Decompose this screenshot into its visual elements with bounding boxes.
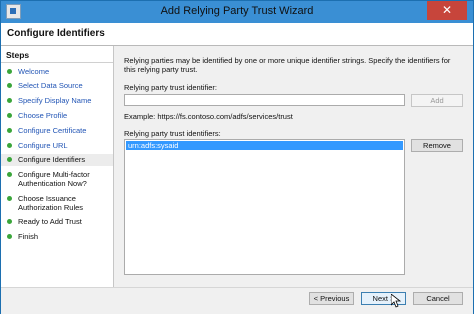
step-choose-issuance-rules[interactable]: Choose Issuance Authorization Rules xyxy=(1,194,113,213)
step-label: Choose Profile xyxy=(18,111,68,120)
step-ready-to-add-trust[interactable]: Ready to Add Trust xyxy=(1,217,113,227)
step-label: Configure Identifiers xyxy=(18,155,86,164)
example-text: Example: https://fs.contoso.com/adfs/ser… xyxy=(124,112,293,121)
step-welcome[interactable]: Welcome xyxy=(1,67,113,77)
window-title: Add Relying Party Trust Wizard xyxy=(160,5,314,17)
step-bullet-icon xyxy=(7,113,12,118)
page-title: Configure Identifiers xyxy=(7,28,105,39)
close-button[interactable]: ✕ xyxy=(427,1,467,20)
step-select-data-source[interactable]: Select Data Source xyxy=(1,81,113,91)
wizard-header: Configure Identifiers xyxy=(1,23,473,46)
step-bullet-icon xyxy=(7,128,12,133)
previous-button[interactable]: < Previous xyxy=(309,292,354,305)
step-bullet-icon xyxy=(7,98,12,103)
step-label: Specify Display Name xyxy=(18,96,92,105)
step-configure-multi-factor[interactable]: Configure Multi-factor Authentication No… xyxy=(1,170,113,189)
identifier-label: Relying party trust identifier: xyxy=(124,83,217,92)
step-bullet-icon xyxy=(7,234,12,239)
step-configure-certificate[interactable]: Configure Certificate xyxy=(1,126,113,136)
identifiers-label: Relying party trust identifiers: xyxy=(124,129,221,138)
steps-divider xyxy=(1,62,113,63)
step-specify-display-name[interactable]: Specify Display Name xyxy=(1,96,113,106)
cancel-button[interactable]: Cancel xyxy=(413,292,463,305)
mouse-cursor-icon xyxy=(391,294,401,308)
step-bullet-icon xyxy=(7,219,12,224)
step-bullet-icon xyxy=(7,83,12,88)
footer-bar: < Previous Next > Cancel xyxy=(1,287,473,314)
steps-panel: Steps Welcome Select Data Source Specify… xyxy=(1,46,114,287)
add-button[interactable]: Add xyxy=(411,94,463,107)
step-bullet-icon xyxy=(7,172,12,177)
step-bullet-icon xyxy=(7,69,12,74)
step-label-line: Authentication Now? xyxy=(18,179,87,188)
step-label-line: Configure Multi-factor xyxy=(18,170,90,179)
remove-button[interactable]: Remove xyxy=(411,139,463,152)
step-label-line: Choose Issuance xyxy=(18,194,76,203)
step-label: Select Data Source xyxy=(18,81,83,90)
steps-title: Steps xyxy=(6,50,30,60)
list-item[interactable]: urn:adfs:sysaid xyxy=(126,141,403,150)
step-configure-url[interactable]: Configure URL xyxy=(1,141,113,151)
identifiers-list[interactable]: urn:adfs:sysaid xyxy=(124,139,405,275)
step-label-line: Authorization Rules xyxy=(18,203,84,212)
content-panel: Relying parties may be identified by one… xyxy=(114,46,473,287)
step-label: Finish xyxy=(18,232,39,241)
step-label: Welcome xyxy=(18,67,50,76)
step-bullet-icon xyxy=(7,196,12,201)
step-label: Ready to Add Trust xyxy=(18,217,82,226)
wizard-window: Add Relying Party Trust Wizard ✕ Configu… xyxy=(0,0,474,314)
title-bar[interactable]: Add Relying Party Trust Wizard ✕ xyxy=(1,1,473,23)
step-bullet-icon xyxy=(7,143,12,148)
description-text: Relying parties may be identified by one… xyxy=(124,56,451,74)
step-bullet-icon xyxy=(7,157,12,162)
identifier-input[interactable] xyxy=(124,94,405,106)
step-choose-profile[interactable]: Choose Profile xyxy=(1,111,113,121)
step-configure-identifiers[interactable]: Configure Identifiers xyxy=(1,154,113,166)
step-label: Configure Certificate xyxy=(18,126,87,135)
step-finish[interactable]: Finish xyxy=(1,232,113,242)
step-label: Configure URL xyxy=(18,141,68,150)
